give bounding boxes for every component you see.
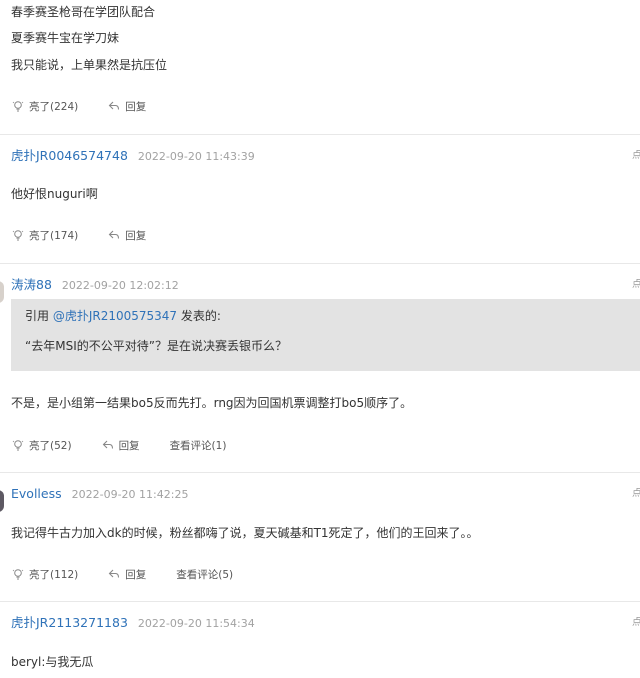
quote-text: “去年MSI的不公平对待”？是在说决赛丢银币么？ xyxy=(25,339,287,353)
like-count-label: 亮了(52) xyxy=(29,439,72,452)
comment-actions: 亮了(224) 回复 xyxy=(12,97,176,115)
username-link[interactable]: 虎扑JR0046574748 xyxy=(11,148,128,163)
light-bulb-icon xyxy=(12,101,24,112)
post-timestamp: 2022-09-20 11:43:39 xyxy=(137,150,255,163)
reply-label: 回复 xyxy=(125,229,147,242)
reply-label: 回复 xyxy=(125,100,147,113)
reply-button[interactable]: 回复 xyxy=(108,567,146,582)
like-button[interactable]: 亮了(52) xyxy=(12,438,72,453)
comment-text-line: 我只能说，上单果然是抗压位 xyxy=(11,58,168,72)
post-meta: Evolless 2022-09-20 11:42:25 xyxy=(11,483,188,503)
username-link[interactable]: Evolless xyxy=(11,486,62,501)
quote-block: 引用 @虎扑JR2100575347 发表的: “去年MSI的不公平对待”？是在… xyxy=(11,299,640,371)
comment-post: 虎扑JR2113271183 2022-09-20 11:54:34 点 bery… xyxy=(0,601,640,678)
view-comments-button[interactable]: 查看评论(5) xyxy=(176,567,233,582)
reply-arrow-icon xyxy=(108,569,120,578)
like-count-label: 亮了(174) xyxy=(29,229,79,242)
reply-button[interactable]: 回复 xyxy=(102,438,140,453)
comment-text-line: 他好恨nuguri啊 xyxy=(11,187,98,201)
comment-text-line: beryl:与我无瓜 xyxy=(11,655,94,669)
like-count-label: 亮了(112) xyxy=(29,568,79,581)
like-button[interactable]: 亮了(224) xyxy=(12,99,78,114)
comment-text-line: 我记得牛古力加入dk的时候，粉丝都嗨了说，夏天碱基和T1死定了，他们的王回来了。… xyxy=(11,526,479,540)
comment-text-line: 春季赛圣枪哥在学团队配合 xyxy=(11,5,156,19)
comment-actions: 亮了(174) 回复 xyxy=(12,226,176,244)
post-options-edge[interactable]: 点 xyxy=(632,488,640,500)
comment-actions: 亮了(112) 回复 查看评论(5) xyxy=(12,565,263,583)
post-meta: 虎扑JR0046574748 2022-09-20 11:43:39 xyxy=(11,145,255,165)
post-meta: 虎扑JR2113271183 2022-09-20 11:54:34 xyxy=(11,612,255,632)
view-comments-label: 查看评论(1) xyxy=(169,439,227,452)
comment-text-line: 不是，是小组第一结果bo5反而先打。rng因为回国机票调整打bo5顺序了。 xyxy=(11,396,413,410)
reply-button[interactable]: 回复 xyxy=(108,228,146,243)
avatar[interactable] xyxy=(0,281,4,303)
like-button[interactable]: 亮了(174) xyxy=(12,228,78,243)
reply-arrow-icon xyxy=(102,440,113,449)
comment-thread: 春季赛圣枪哥在学团队配合 夏季赛牛宝在学刀妹 我只能说，上单果然是抗压位 亮了(… xyxy=(0,0,640,678)
quote-header: 引用 @虎扑JR2100575347 发表的: xyxy=(25,307,221,325)
quoted-user-link[interactable]: @虎扑JR2100575347 xyxy=(53,309,177,323)
light-bulb-icon xyxy=(12,569,24,580)
post-options-edge[interactable]: 点 xyxy=(632,617,640,629)
post-options-edge[interactable]: 点 xyxy=(632,279,640,291)
view-comments-button[interactable]: 查看评论(1) xyxy=(170,438,227,453)
quote-prefix: 引用 xyxy=(25,309,53,323)
comment-actions: 亮了(52) 回复 查看评论(1) xyxy=(12,436,256,454)
like-button[interactable]: 亮了(112) xyxy=(12,567,78,582)
post-timestamp: 2022-09-20 12:02:12 xyxy=(61,279,179,292)
like-count-label: 亮了(224) xyxy=(29,100,79,113)
comment-post: 春季赛圣枪哥在学团队配合 夏季赛牛宝在学刀妹 我只能说，上单果然是抗压位 亮了(… xyxy=(0,0,640,135)
username-link[interactable]: 涛涛88 xyxy=(11,277,52,292)
username-link[interactable]: 虎扑JR2113271183 xyxy=(11,615,128,630)
reply-arrow-icon xyxy=(108,101,120,110)
view-comments-label: 查看评论(5) xyxy=(176,568,234,581)
light-bulb-icon xyxy=(12,440,24,451)
avatar[interactable] xyxy=(0,490,4,512)
comment-text-line: 夏季赛牛宝在学刀妹 xyxy=(11,31,120,45)
comment-post: Evolless 2022-09-20 11:42:25 点 我记得牛古力加入dk… xyxy=(0,472,640,602)
post-options-edge[interactable]: 点 xyxy=(632,150,640,162)
light-bulb-icon xyxy=(12,230,24,241)
comment-post: 涛涛88 2022-09-20 12:02:12 点 引用 @虎扑JR210057… xyxy=(0,263,640,473)
post-timestamp: 2022-09-20 11:54:34 xyxy=(137,617,255,630)
post-timestamp: 2022-09-20 11:42:25 xyxy=(71,488,189,501)
comment-post: 虎扑JR0046574748 2022-09-20 11:43:39 点 他好恨n… xyxy=(0,134,640,264)
reply-label: 回复 xyxy=(118,439,140,452)
post-meta: 涛涛88 2022-09-20 12:02:12 xyxy=(11,274,179,294)
reply-label: 回复 xyxy=(125,568,147,581)
reply-button[interactable]: 回复 xyxy=(108,99,146,114)
reply-arrow-icon xyxy=(108,230,120,239)
quote-suffix: 发表的: xyxy=(177,309,221,323)
